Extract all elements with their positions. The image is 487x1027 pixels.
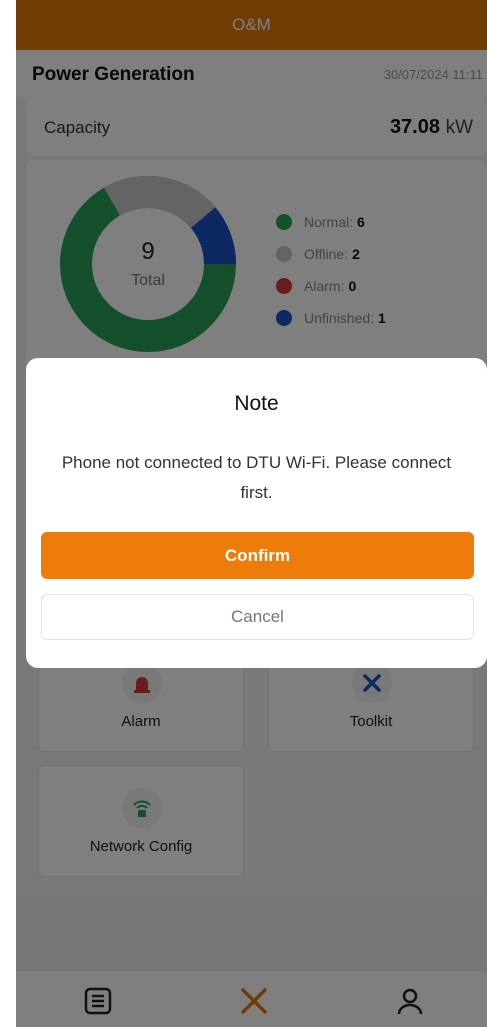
confirm-button[interactable]: Confirm	[41, 532, 474, 579]
dialog-message: Phone not connected to DTU Wi-Fi. Please…	[61, 453, 452, 502]
app-screen: O&M Power Generation 30/07/2024 11:11 Ca…	[16, 0, 487, 1027]
note-dialog: Note Phone not connected to DTU Wi-Fi. P…	[26, 358, 487, 668]
dialog-title: Note	[234, 392, 279, 415]
cancel-button[interactable]: Cancel	[41, 594, 474, 640]
